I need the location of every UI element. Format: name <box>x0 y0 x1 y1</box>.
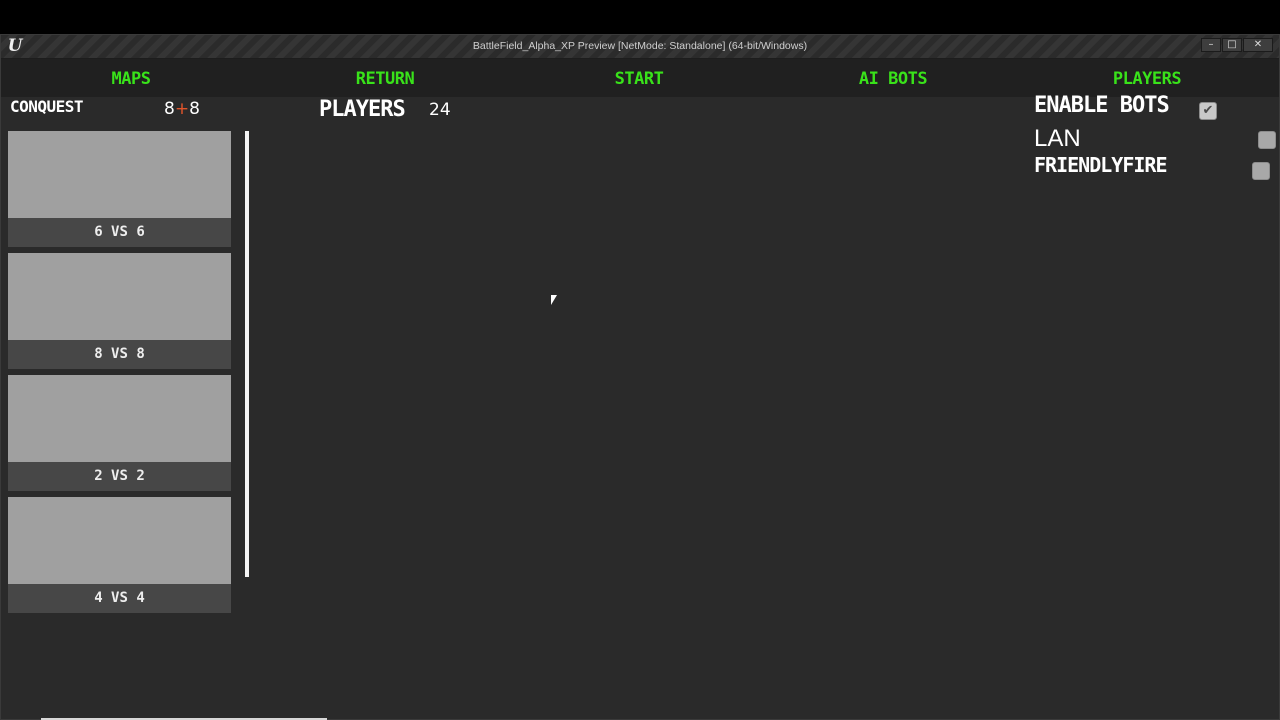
map-thumbnail <box>8 253 231 340</box>
maximize-icon: □ <box>1227 39 1237 50</box>
map-label: 2 VS 2 <box>8 462 231 491</box>
maximize-button[interactable]: □ <box>1222 38 1242 52</box>
minimize-button[interactable]: – <box>1201 38 1221 52</box>
friendly-fire-label: FRIENDLYFIRE <box>1034 153 1167 177</box>
enable-bots-checkbox[interactable]: ✔ <box>1199 102 1217 120</box>
map-card-4v4[interactable]: 4 VS 4 <box>8 497 231 613</box>
players-count: 24 <box>429 100 451 120</box>
game-mode-label: CONQUEST <box>10 97 84 116</box>
mouse-cursor-icon <box>551 295 557 305</box>
players-button[interactable]: PLAYERS <box>1072 65 1222 93</box>
map-label: 4 VS 4 <box>8 584 231 613</box>
map-label: 8 VS 8 <box>8 340 231 369</box>
enable-bots-label: ENABLE BOTS <box>1034 93 1170 118</box>
lan-checkbox[interactable] <box>1258 131 1276 149</box>
start-button[interactable]: START <box>564 65 714 93</box>
players-label: PLAYERS <box>319 97 406 122</box>
return-button[interactable]: RETURN <box>310 65 460 93</box>
map-label: 6 VS 6 <box>8 218 231 247</box>
lan-label: LAN <box>1034 125 1081 152</box>
team-b-count: 8 <box>189 99 200 119</box>
map-card-8v8[interactable]: 8 VS 8 <box>8 253 231 369</box>
top-navigation: MAPS RETURN START AI BOTS PLAYERS <box>1 59 1279 97</box>
map-list-scrollbar[interactable] <box>245 131 249 577</box>
maps-button[interactable]: MAPS <box>56 65 206 93</box>
friendly-fire-checkbox[interactable] <box>1252 162 1270 180</box>
map-thumbnail <box>8 497 231 584</box>
close-icon: ✕ <box>1253 39 1263 50</box>
map-thumbnail <box>8 131 231 218</box>
map-thumbnail <box>8 375 231 462</box>
team-a-count: 8 <box>164 99 175 119</box>
team-size-readout: 8+8 <box>164 99 200 119</box>
title-bar[interactable]: U BattleField_Alpha_XP Preview [NetMode:… <box>1 35 1279 59</box>
map-card-2v2[interactable]: 2 VS 2 <box>8 375 231 491</box>
map-card-6v6[interactable]: 6 VS 6 <box>8 131 231 247</box>
plus-sign: + <box>174 99 190 119</box>
checkmark-icon: ✔ <box>1202 103 1214 118</box>
game-window: U BattleField_Alpha_XP Preview [NetMode:… <box>0 34 1280 720</box>
minimize-icon: – <box>1208 39 1214 50</box>
ai-bots-button[interactable]: AI BOTS <box>818 65 968 93</box>
window-title: BattleField_Alpha_XP Preview [NetMode: S… <box>472 40 808 52</box>
close-button[interactable]: ✕ <box>1243 38 1273 52</box>
